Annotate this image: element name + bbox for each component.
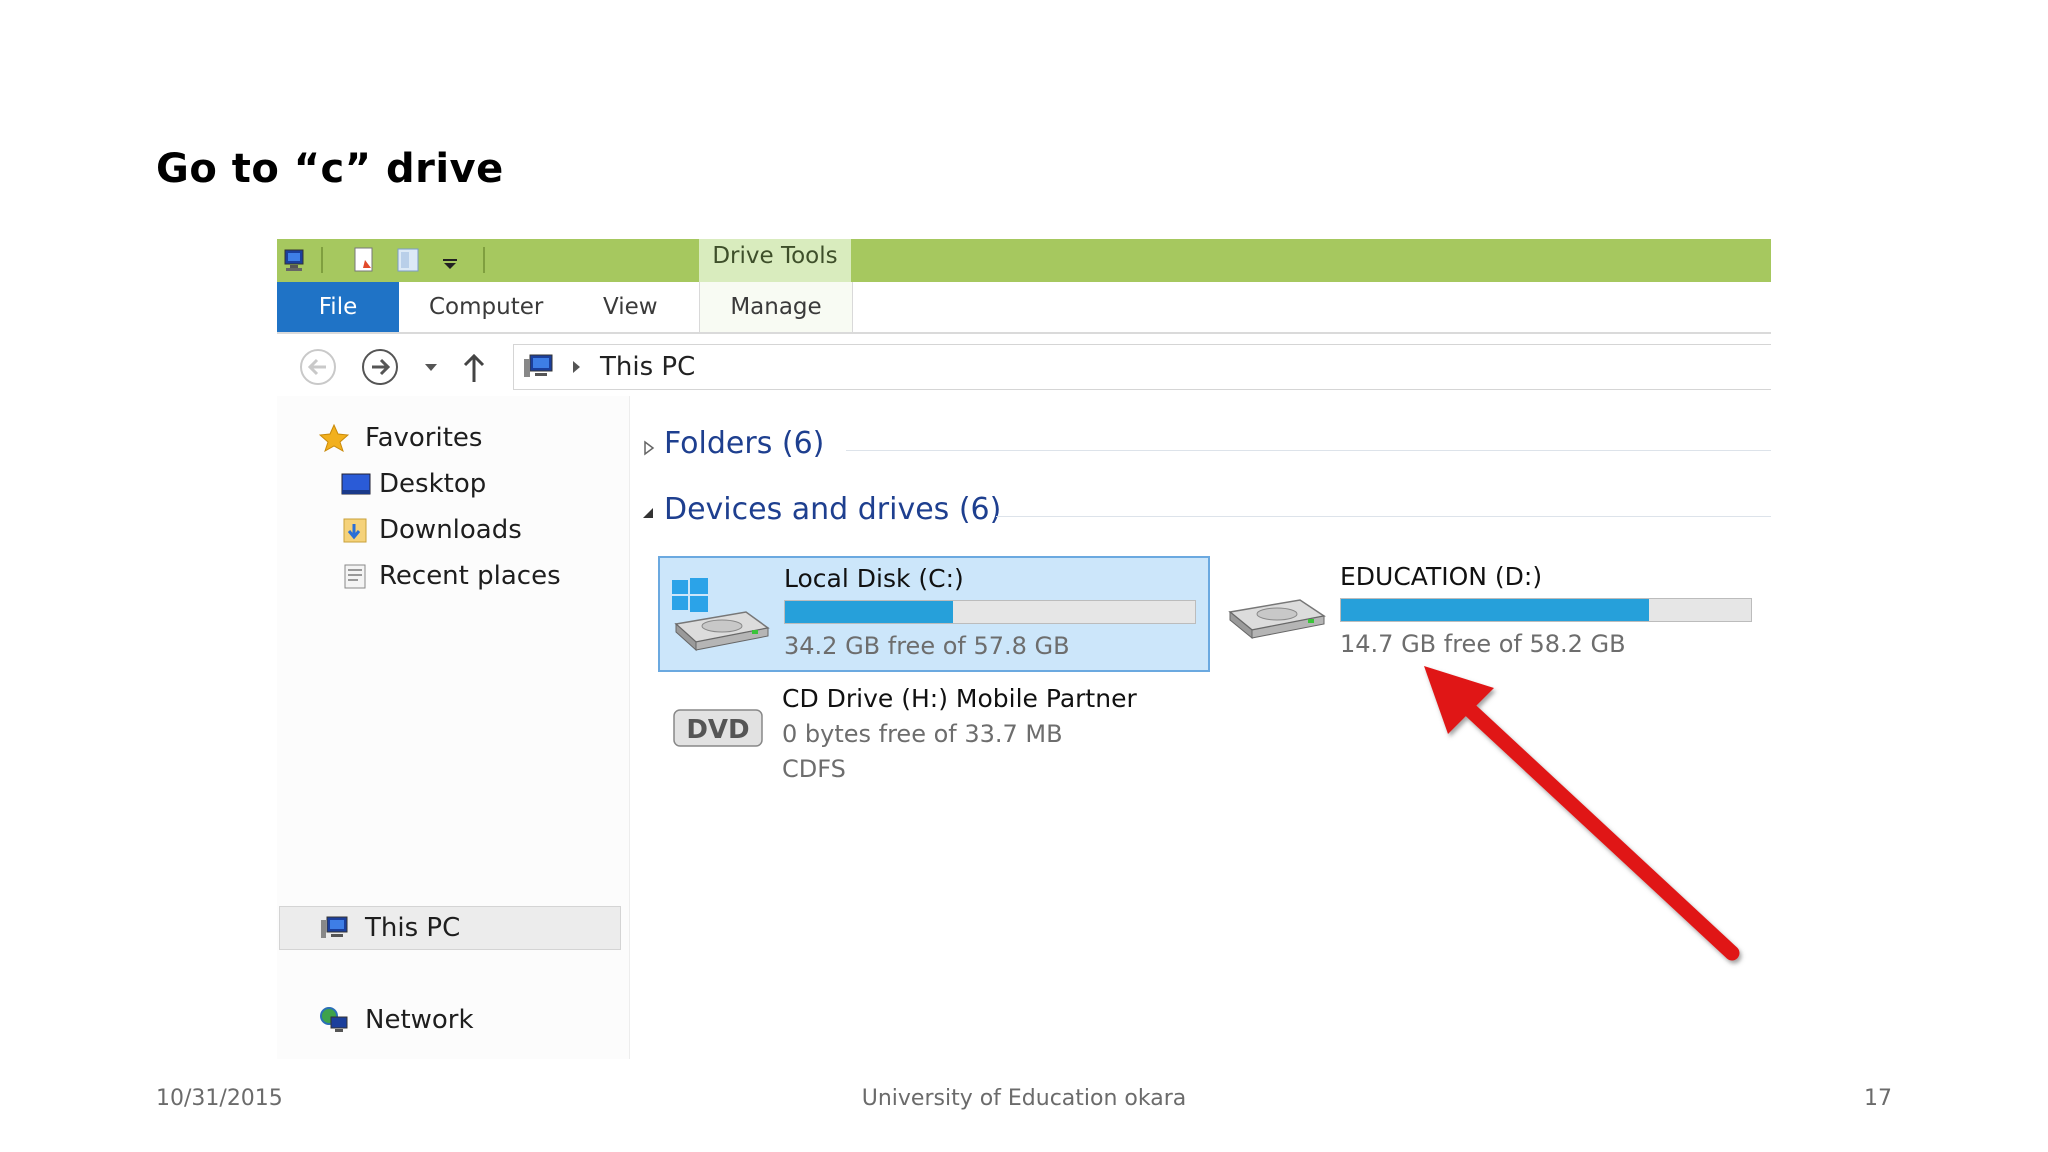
customize-qat-icon[interactable]	[437, 246, 463, 274]
recent-locations-icon[interactable]	[423, 361, 439, 373]
separator	[483, 247, 485, 273]
navigation-pane: Favorites Desktop Downloads Recent place…	[277, 396, 630, 1059]
downloads-folder-icon	[343, 518, 367, 543]
drive-tile-cd[interactable]: DVD CD Drive (H:) Mobile Partner 0 bytes…	[658, 676, 1210, 788]
slide-title: Go to “c” drive	[156, 146, 504, 192]
recent-places-icon	[344, 564, 366, 589]
new-folder-icon[interactable]	[395, 246, 421, 274]
drive-name: EDUCATION (D:)	[1340, 562, 1543, 591]
breadcrumb[interactable]: This PC	[600, 345, 695, 389]
drive-usage-bar	[784, 600, 1196, 624]
title-bar: Drive Tools	[277, 239, 1771, 282]
drive-name: CD Drive (H:) Mobile Partner	[782, 684, 1137, 713]
this-pc-icon	[524, 354, 553, 377]
folders-group-header[interactable]: Folders (6)	[664, 426, 824, 461]
computer-icon[interactable]	[281, 246, 307, 274]
drive-usage-fill	[785, 601, 954, 623]
chevron-right-icon[interactable]	[570, 359, 582, 375]
file-explorer-window: Drive Tools File Computer View Manage Th…	[277, 239, 1771, 1059]
drive-tools-label: Drive Tools	[699, 239, 851, 282]
drive-free-space: 0 bytes free of 33.7 MB	[782, 720, 1063, 748]
back-icon[interactable]	[299, 348, 337, 386]
up-arrow-icon[interactable]	[461, 352, 487, 384]
expand-folders-icon[interactable]	[642, 439, 656, 457]
drive-name: Local Disk (C:)	[784, 564, 964, 593]
separator	[996, 516, 1771, 517]
windows-drive-icon	[672, 578, 770, 652]
this-pc-icon	[321, 916, 348, 938]
drive-free-space: 34.2 GB free of 57.8 GB	[784, 632, 1070, 660]
tab-manage[interactable]: Manage	[699, 282, 853, 332]
page-number: 17	[1864, 1086, 1892, 1111]
drive-usage-fill	[1341, 599, 1649, 621]
ribbon-tabs: File Computer View Manage	[277, 282, 1771, 334]
content-pane: Folders (6) Devices and drives (6) Local…	[630, 396, 1771, 1059]
footer-institution: University of Education okara	[861, 1086, 1187, 1111]
svg-text:DVD: DVD	[686, 715, 749, 745]
drive-usage-bar	[1340, 598, 1752, 622]
desktop-icon	[341, 473, 371, 495]
drive-file-system: CDFS	[782, 755, 846, 783]
cd-drive-icon: DVD	[673, 709, 763, 747]
address-field[interactable]: This PC	[513, 344, 1771, 390]
tab-computer[interactable]: Computer	[429, 282, 543, 332]
network-icon	[320, 1007, 348, 1032]
properties-icon[interactable]	[351, 246, 377, 274]
devices-group-header[interactable]: Devices and drives (6)	[664, 492, 1001, 527]
separator	[321, 247, 323, 273]
red-arrow-annotation	[1424, 666, 1740, 961]
tab-view[interactable]: View	[603, 282, 658, 332]
tab-file[interactable]: File	[277, 282, 399, 332]
forward-icon[interactable]	[361, 348, 399, 386]
address-bar: This PC	[277, 334, 1771, 396]
star-icon	[319, 424, 349, 452]
drive-tile-c[interactable]: Local Disk (C:) 34.2 GB free of 57.8 GB	[658, 556, 1210, 672]
separator	[846, 450, 1771, 451]
collapse-devices-icon[interactable]	[640, 506, 656, 520]
hard-drive-icon	[1228, 599, 1326, 640]
